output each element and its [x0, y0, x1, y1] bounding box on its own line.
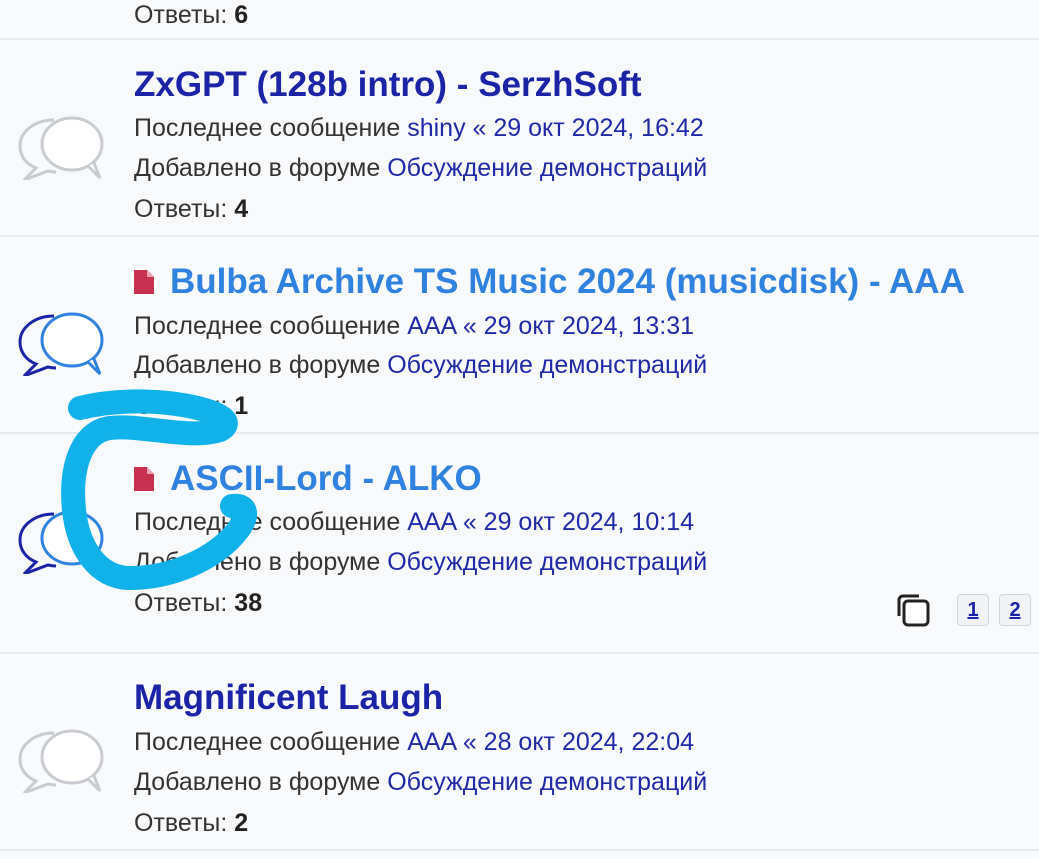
last-post-label: Последнее сообщение [134, 508, 401, 536]
last-post-line: Последнее сообщение shiny « 29 окт 2024,… [134, 113, 704, 143]
topic-title-link[interactable]: ASCII-Lord - ALKO [134, 459, 482, 499]
topic-row: Bulba Archive TS Music 2024 (musicdisk) … [0, 237, 1039, 434]
last-post-author-link[interactable]: shiny [407, 114, 465, 142]
replies-count: 6 [234, 1, 249, 29]
replies-label: Ответы: [134, 809, 228, 837]
forum-link[interactable]: Обсуждение демонстраций [387, 351, 707, 379]
forum-link[interactable]: Обсуждение демонстраций [387, 768, 707, 796]
last-post-separator: « [462, 728, 477, 756]
last-post-author-link[interactable]: AAA [407, 728, 456, 756]
last-post-author-link[interactable]: AAA [407, 312, 456, 340]
topic-title-link[interactable]: ZxGPT (128b intro) - SerzhSoft [134, 65, 642, 105]
unread-post-icon[interactable] [134, 269, 154, 294]
topic-title[interactable]: Magnificent Laugh [134, 678, 443, 717]
last-post-label: Последнее сообщение [134, 114, 401, 142]
topic-title[interactable]: ASCII-Lord - ALKO [170, 459, 482, 498]
topic-title-link[interactable]: Magnificent Laugh [134, 678, 443, 718]
topic-title-link[interactable]: Bulba Archive TS Music 2024 (musicdisk) … [134, 262, 965, 302]
topic-row: Magnificent Laugh Последнее сообщение AA… [0, 654, 1039, 851]
unread-topic-bubbles-icon [14, 304, 114, 376]
last-post-time-link[interactable]: 29 окт 2024, 16:42 [493, 114, 703, 142]
forum-link[interactable]: Обсуждение демонстраций [387, 154, 707, 182]
posted-in-label: Добавлено в форуме [134, 154, 381, 182]
last-post-line: Последнее сообщение AAA « 29 окт 2024, 1… [134, 507, 694, 537]
topic-pagination: 1 2 [895, 592, 1031, 628]
last-post-separator: « [462, 312, 477, 340]
posted-in-label: Добавлено в форуме [134, 548, 381, 576]
pages-stack-icon [895, 592, 931, 628]
topic-row-partial: Ответы: 6 [0, 0, 1039, 40]
last-post-separator: « [472, 114, 487, 142]
last-post-label: Последнее сообщение [134, 728, 401, 756]
topic-title[interactable]: ZxGPT (128b intro) - SerzhSoft [134, 65, 642, 104]
replies-line: Ответы: 2 [134, 808, 248, 838]
topic-title[interactable]: Bulba Archive TS Music 2024 (musicdisk) … [170, 262, 965, 301]
replies-line: Ответы: 4 [134, 194, 248, 224]
posted-in-label: Добавлено в форуме [134, 351, 381, 379]
read-topic-bubbles-icon [14, 721, 114, 793]
last-post-label: Последнее сообщение [134, 312, 401, 340]
replies-label: Ответы: [134, 392, 228, 420]
topic-row: ZxGPT (128b intro) - SerzhSoft Последнее… [0, 40, 1039, 237]
replies-label: Ответы: [134, 589, 228, 617]
replies-count: 38 [234, 589, 263, 617]
unread-topic-bubbles-icon [14, 502, 114, 574]
replies-label: Ответы: [134, 195, 228, 223]
last-post-time-link[interactable]: 29 окт 2024, 13:31 [484, 312, 694, 340]
last-post-time-link[interactable]: 28 окт 2024, 22:04 [484, 728, 694, 756]
forum-line: Добавлено в форуме Обсуждение демонстрац… [134, 767, 707, 797]
forum-line: Добавлено в форуме Обсуждение демонстрац… [134, 547, 707, 577]
last-post-line: Последнее сообщение AAA « 29 окт 2024, 1… [134, 311, 694, 341]
replies-count: 4 [234, 195, 249, 223]
topic-list: Ответы: 6 ZxGPT (128b intro) - SerzhSoft… [0, 0, 1039, 859]
last-post-separator: « [462, 508, 477, 536]
last-post-author-link[interactable]: AAA [407, 508, 456, 536]
posted-in-label: Добавлено в форуме [134, 768, 381, 796]
replies-line: Ответы: 38 [134, 588, 262, 618]
replies-count: 2 [234, 809, 249, 837]
replies-label: Ответы: [134, 1, 228, 29]
replies-count: 1 [234, 392, 249, 420]
page-link-2[interactable]: 2 [999, 594, 1031, 626]
last-post-time-link[interactable]: 29 окт 2024, 10:14 [484, 508, 694, 536]
topic-row: ASCII-Lord - ALKO Последнее сообщение AA… [0, 434, 1039, 654]
forum-line: Добавлено в форуме Обсуждение демонстрац… [134, 350, 707, 380]
read-topic-bubbles-icon [14, 108, 114, 180]
page-link-1[interactable]: 1 [957, 594, 989, 626]
forum-line: Добавлено в форуме Обсуждение демонстрац… [134, 153, 707, 183]
forum-link[interactable]: Обсуждение демонстраций [387, 548, 707, 576]
replies-line: Ответы: 6 [134, 0, 248, 30]
unread-post-icon[interactable] [134, 466, 154, 491]
replies-line: Ответы: 1 [134, 391, 248, 421]
last-post-line: Последнее сообщение AAA « 28 окт 2024, 2… [134, 727, 694, 757]
